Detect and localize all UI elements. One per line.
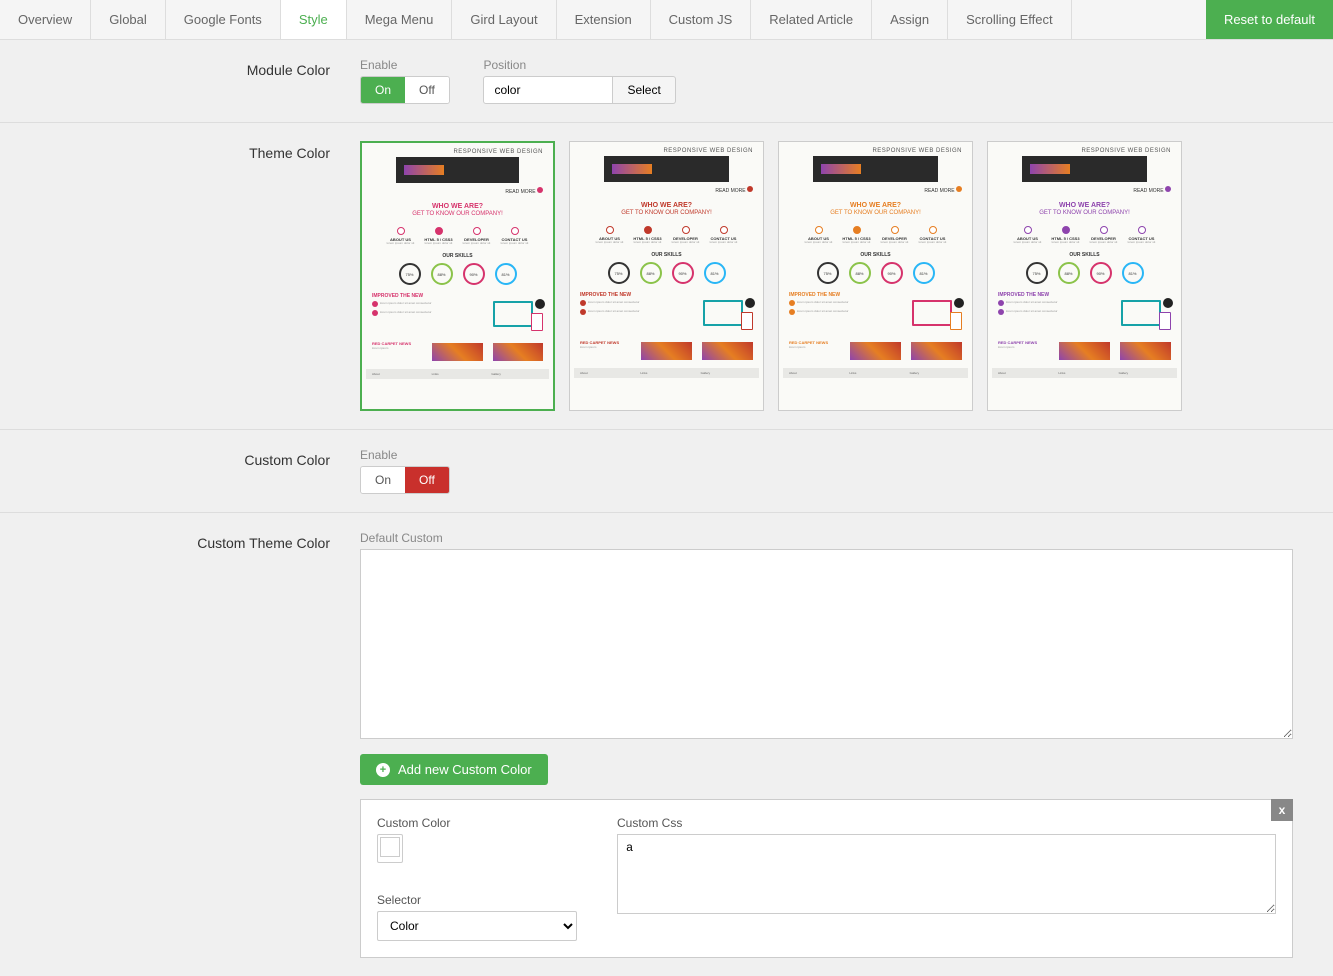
module-color-toggle[interactable]: On Off [360, 76, 450, 104]
default-custom-textarea[interactable] [360, 549, 1293, 739]
row-custom-color: Custom Color Enable On Off [0, 430, 1333, 513]
toggle-off[interactable]: Off [405, 467, 449, 493]
custom-color-box: x Custom Color Selector Color Custom Css [360, 799, 1293, 958]
label-module-color: Module Color [0, 58, 360, 104]
add-button-label: Add new Custom Color [398, 762, 532, 777]
enable-label-cc: Enable [360, 448, 450, 462]
reset-to-default-button[interactable]: Reset to default [1206, 0, 1333, 39]
toggle-on[interactable]: On [361, 467, 405, 493]
close-icon[interactable]: x [1271, 799, 1293, 821]
theme-option-2[interactable]: RESPONSIVE WEB DESIGN READ MORE WHO WE A… [778, 141, 973, 411]
label-theme-color: Theme Color [0, 141, 360, 411]
custom-color-label: Custom Color [377, 816, 577, 830]
select-button[interactable]: Select [613, 76, 675, 104]
tab-gird-layout[interactable]: Gird Layout [452, 0, 556, 39]
toggle-off[interactable]: Off [405, 77, 449, 103]
selector-dropdown[interactable]: Color [377, 911, 577, 941]
tab-style[interactable]: Style [281, 0, 347, 39]
theme-option-3[interactable]: RESPONSIVE WEB DESIGN READ MORE WHO WE A… [987, 141, 1182, 411]
row-theme-color: Theme Color RESPONSIVE WEB DESIGN READ M… [0, 123, 1333, 430]
position-input[interactable] [483, 76, 613, 104]
custom-color-toggle[interactable]: On Off [360, 466, 450, 494]
tab-assign[interactable]: Assign [872, 0, 948, 39]
label-custom-color: Custom Color [0, 448, 360, 494]
custom-color-input[interactable] [377, 834, 403, 863]
position-label: Position [483, 58, 675, 72]
default-custom-label: Default Custom [360, 531, 1293, 545]
row-module-color: Module Color Enable On Off Position Sele… [0, 40, 1333, 123]
selector-label: Selector [377, 893, 577, 907]
theme-option-1[interactable]: RESPONSIVE WEB DESIGN READ MORE WHO WE A… [569, 141, 764, 411]
tab-custom-js[interactable]: Custom JS [651, 0, 752, 39]
custom-css-textarea[interactable] [617, 834, 1276, 914]
tab-google-fonts[interactable]: Google Fonts [166, 0, 281, 39]
toggle-on[interactable]: On [361, 77, 405, 103]
plus-icon: + [376, 763, 390, 777]
tab-mega-menu[interactable]: Mega Menu [347, 0, 453, 39]
tab-overview[interactable]: Overview [0, 0, 91, 39]
tab-scrolling-effect[interactable]: Scrolling Effect [948, 0, 1071, 39]
theme-thumbnails: RESPONSIVE WEB DESIGN READ MORE WHO WE A… [360, 141, 1293, 411]
label-custom-theme-color: Custom Theme Color [0, 531, 360, 958]
add-custom-color-button[interactable]: + Add new Custom Color [360, 754, 548, 785]
enable-label: Enable [360, 58, 450, 72]
row-custom-theme-color: Custom Theme Color Default Custom + Add … [0, 513, 1333, 976]
tab-global[interactable]: Global [91, 0, 166, 39]
tab-extension[interactable]: Extension [557, 0, 651, 39]
theme-option-0[interactable]: RESPONSIVE WEB DESIGN READ MORE WHO WE A… [360, 141, 555, 411]
tabs-bar: OverviewGlobalGoogle FontsStyleMega Menu… [0, 0, 1333, 40]
tab-related-article[interactable]: Related Article [751, 0, 872, 39]
custom-css-label: Custom Css [617, 816, 1276, 830]
color-swatch [380, 837, 400, 857]
